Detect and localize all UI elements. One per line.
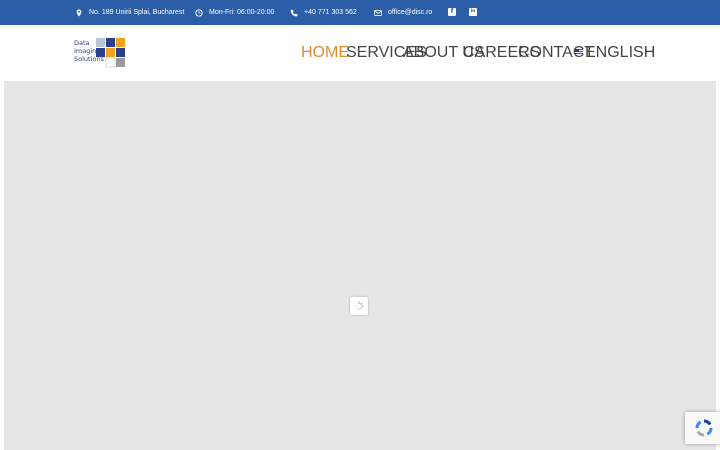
facebook-letter: f [450,8,454,15]
recaptcha-badge[interactable] [685,412,720,444]
phone-icon [289,8,298,17]
company-logo[interactable]: Data Imaging Solutions [74,38,128,70]
address-item: No. 189 Unirii Splai, Bucharest [74,0,184,25]
us-flag-icon [575,49,583,55]
linkedin-letter: in [470,9,476,14]
email-link[interactable]: office@disc.ro [388,9,432,16]
facebook-icon[interactable]: f [448,8,456,16]
address-text: No. 189 Unirii Splai, Bucharest [89,9,185,16]
nav-language-english[interactable]: ENGLISH [575,25,655,81]
envelope-icon [373,8,382,17]
linkedin-icon[interactable]: in [469,8,477,16]
spinner-icon [354,301,364,311]
hours-item: Mon-Fri: 06:00-20:00 [194,0,274,25]
clock-icon [194,8,203,17]
hours-text: Mon-Fri: 06:00-20:00 [209,9,275,16]
phone-link[interactable]: +40 771 303 562 [304,9,357,16]
site-header: Data Imaging Solutions HOME SERVICES ABO… [0,25,720,81]
top-contact-bar: No. 189 Unirii Splai, Bucharest Mon-Fri:… [0,0,720,25]
content-area [4,81,716,450]
loading-spinner [350,297,368,315]
map-marker-icon [74,8,83,17]
logo-tiles-icon [96,38,125,68]
recaptcha-icon [695,419,713,437]
nav-home[interactable]: HOME [301,25,349,81]
email-item[interactable]: office@disc.ro [373,0,432,25]
phone-item[interactable]: +40 771 303 562 [289,0,357,25]
language-label: ENGLISH [585,44,656,61]
